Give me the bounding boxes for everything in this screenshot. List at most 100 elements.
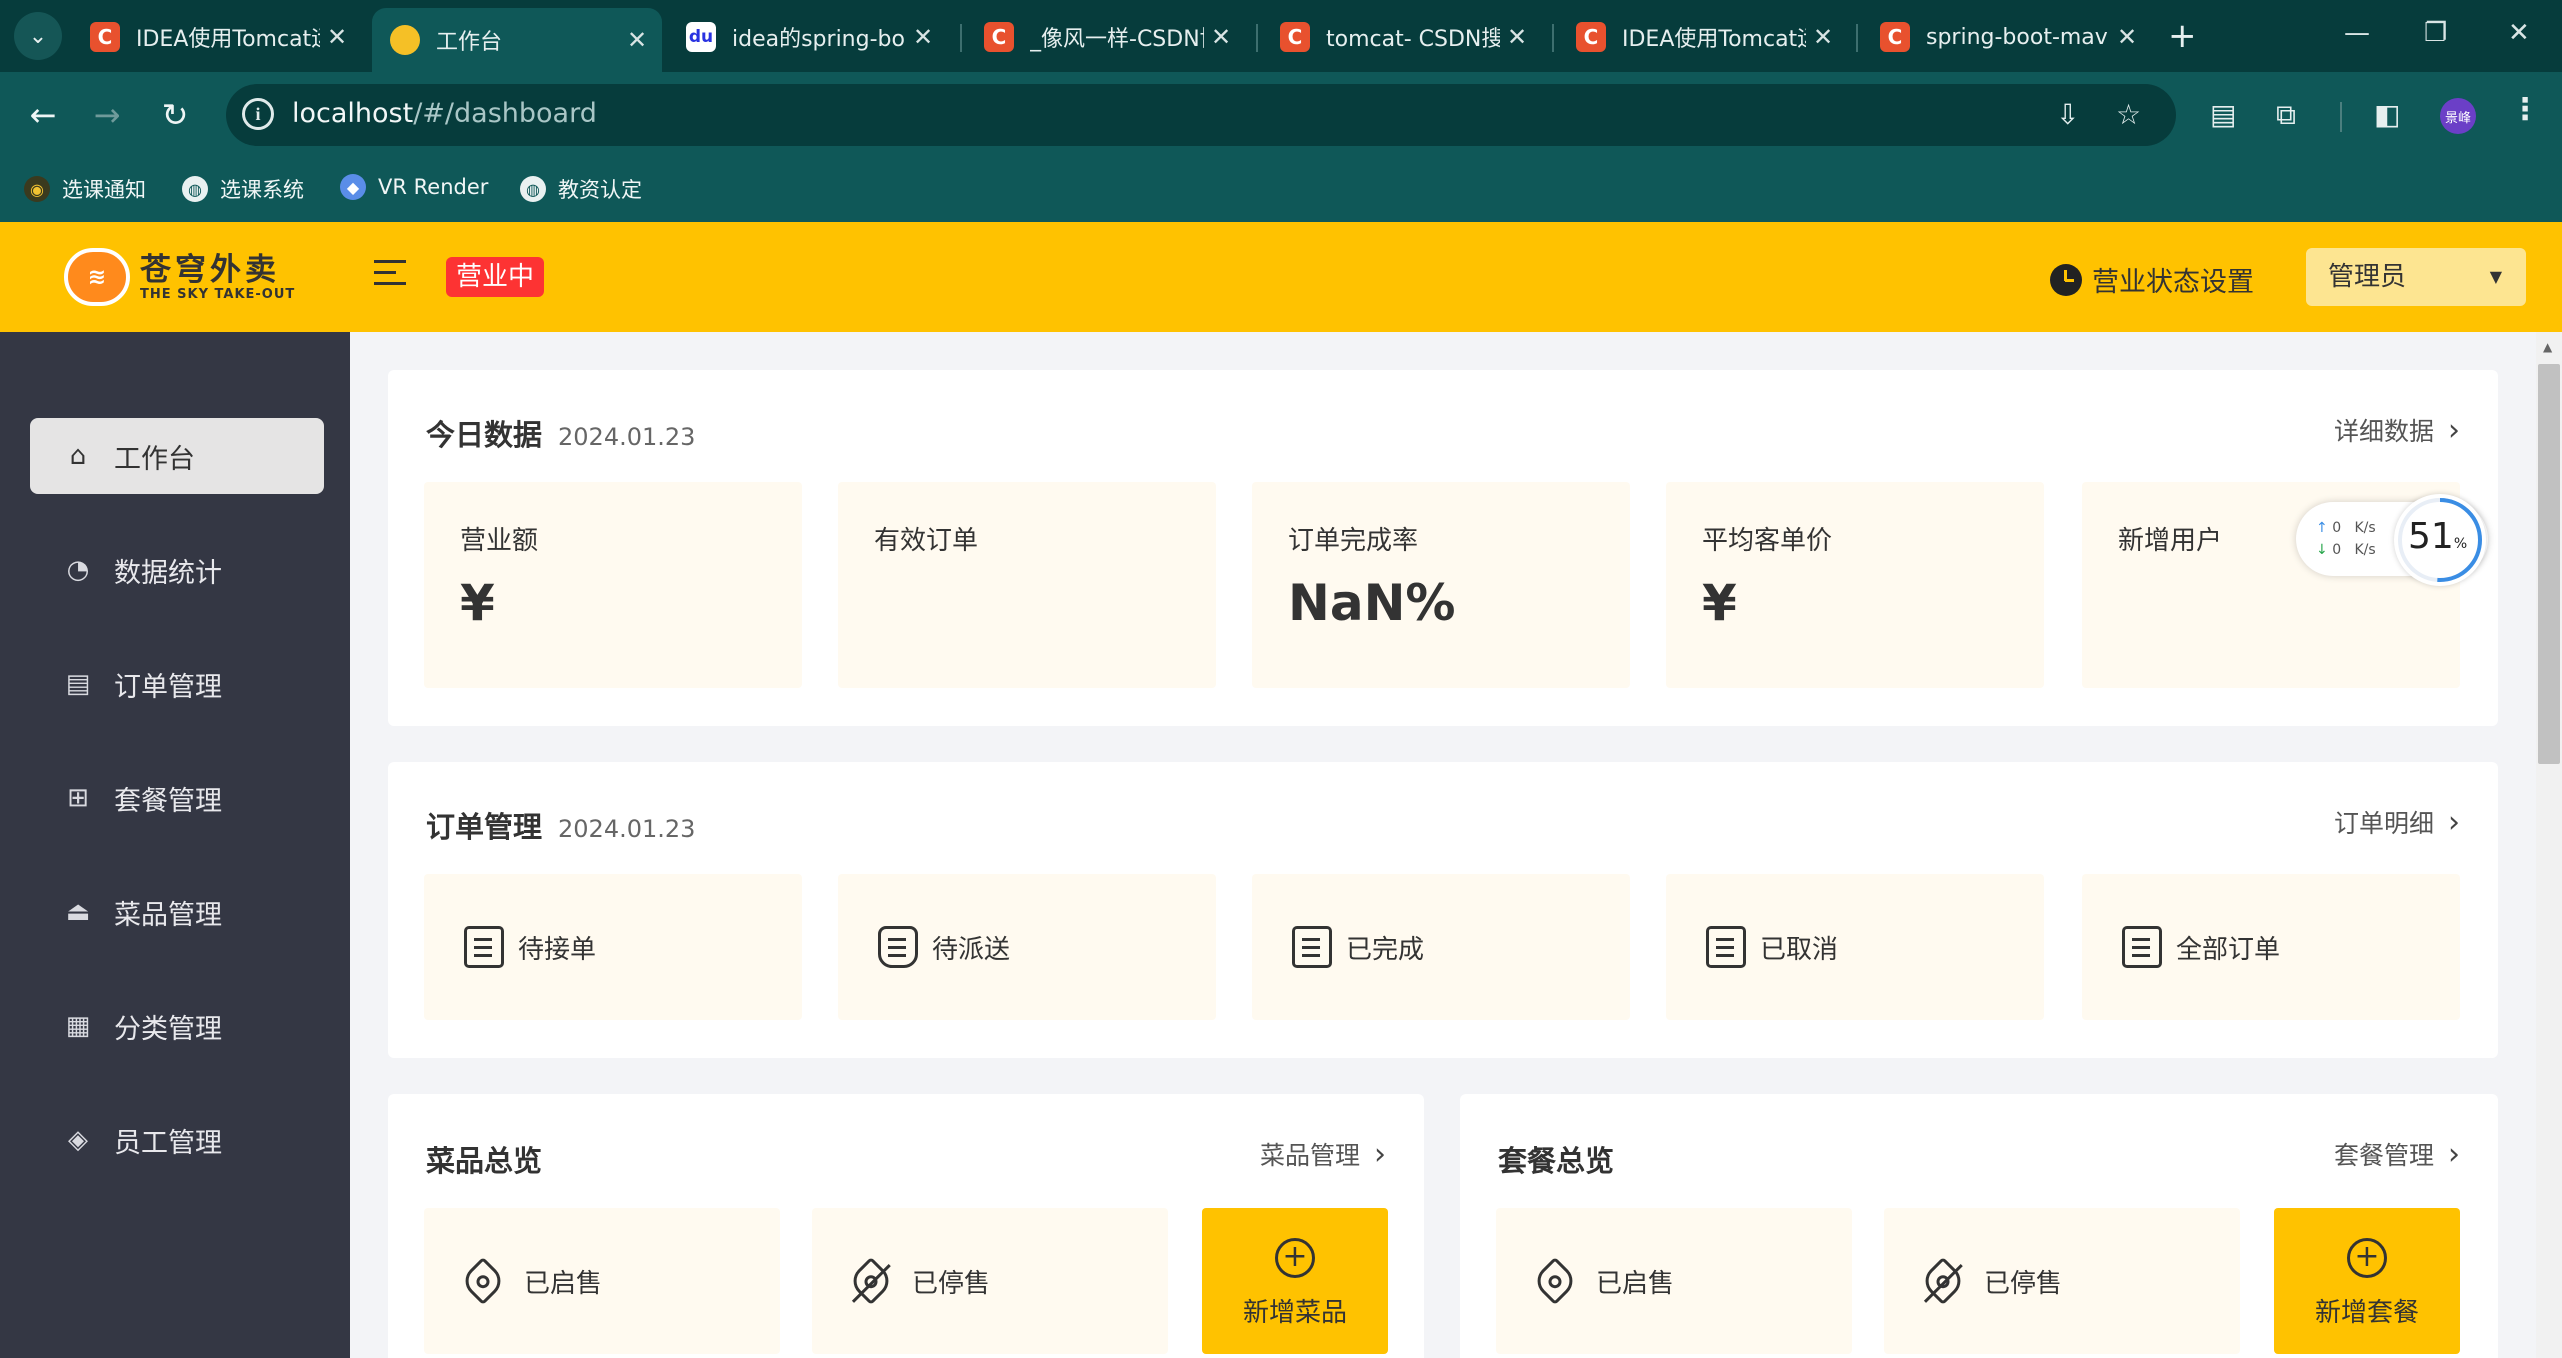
browser-tab[interactable]: C spring-boot-mav ✕	[1862, 10, 2152, 64]
today-title: 今日数据	[426, 418, 543, 452]
close-icon[interactable]: ✕	[320, 20, 354, 54]
dish-management-link[interactable]: 菜品管理 ›	[1260, 1136, 1386, 1172]
home-icon: ⌂	[69, 441, 87, 471]
forward-arrow-icon[interactable]: →	[82, 90, 132, 140]
admin-dropdown[interactable]: 管理员 ▼	[2306, 248, 2526, 306]
stat-value: ¥	[460, 574, 495, 632]
order-detail-link[interactable]: 订单明细 ›	[2334, 804, 2460, 840]
business-status-setting-button[interactable]: 营业状态设置	[2050, 260, 2254, 299]
browser-tab[interactable]: C _像风一样-CSDN博 ✕	[966, 10, 1246, 64]
setmeal-overview-card: 套餐总览 套餐管理 › 已启售 已停售 + 新增套餐	[1460, 1094, 2498, 1358]
app-header: ≋ 苍穹外卖 THE SKY TAKE-OUT 营业中 营业状态设置 管理员 ▼	[0, 222, 2562, 332]
dish-on-sale-tile[interactable]: 已启售	[424, 1208, 780, 1354]
add-dish-label: 新增菜品	[1242, 1298, 1347, 1328]
restore-icon[interactable]: ❐	[2424, 18, 2447, 48]
menu-toggle-icon[interactable]	[374, 260, 406, 290]
browser-tab[interactable]: C IDEA使用Tomcat运 ✕	[72, 10, 362, 64]
page-scrollbar[interactable]: ▲	[2536, 332, 2562, 1358]
close-icon[interactable]: ✕	[906, 20, 940, 54]
scrollbar-thumb[interactable]	[2538, 364, 2560, 764]
order-tile-to-deliver[interactable]: 待派送	[838, 874, 1216, 1020]
close-icon[interactable]: ✕	[1204, 20, 1238, 54]
minimize-icon[interactable]: —	[2344, 18, 2370, 48]
setmeal-off-sale-tile[interactable]: 已停售	[1884, 1208, 2240, 1354]
dish-off-sale-tile[interactable]: 已停售	[812, 1208, 1168, 1354]
order-tile-completed[interactable]: 已完成	[1252, 874, 1630, 1020]
stat-label: 营业额	[460, 526, 539, 556]
window-close-icon[interactable]: ✕	[2508, 18, 2530, 48]
dish-off-sale-label: 已停售	[912, 1268, 991, 1299]
scroll-up-arrow-icon[interactable]: ▲	[2543, 340, 2552, 354]
extensions-icon[interactable]: ⧉	[2276, 98, 2296, 132]
sidebar-item-label: 分类管理	[114, 1013, 222, 1045]
usage-percent: 51%	[2408, 516, 2467, 557]
download-unit: K/s	[2354, 542, 2376, 558]
add-dish-button[interactable]: + 新增菜品	[1202, 1208, 1388, 1354]
close-icon[interactable]: ✕	[620, 23, 654, 57]
browser-tab[interactable]: du idea的spring-boo ✕	[668, 10, 948, 64]
bookmark-item[interactable]: ◍ 选课系统	[182, 174, 304, 204]
close-icon[interactable]: ✕	[1806, 20, 1840, 54]
dish-on-sale-label: 已启售	[524, 1268, 603, 1299]
order-detail-label: 订单明细	[2333, 809, 2434, 838]
bookmark-item[interactable]: ◆ VR Render	[340, 174, 488, 200]
order-tile-label: 待派送	[932, 934, 1011, 965]
sidebar-item-statistics[interactable]: ◔ 数据统计	[30, 532, 324, 608]
order-tile-label: 全部订单	[2176, 934, 2281, 965]
sidebar-item-orders[interactable]: ▤ 订单管理	[30, 646, 324, 722]
pending-order-icon	[464, 926, 504, 968]
setmeal-on-sale-label: 已启售	[1596, 1268, 1675, 1299]
sidebar-item-setmeals[interactable]: ⊞ 套餐管理	[30, 760, 324, 836]
close-icon[interactable]: ✕	[1500, 20, 1534, 54]
usage-percent-sign: %	[2453, 536, 2468, 552]
reload-icon[interactable]: ↻	[150, 90, 200, 140]
sidebar-item-label: 数据统计	[114, 557, 222, 589]
business-status-setting-label: 营业状态设置	[2092, 267, 2254, 298]
close-icon[interactable]: ✕	[2110, 20, 2144, 54]
toolbar-separator	[2340, 102, 2342, 132]
address-bar[interactable]: i localhost/#/dashboard ⇩ ☆	[226, 84, 2176, 146]
cancelled-order-icon	[1706, 926, 1746, 968]
stat-tile-completion-rate: 订单完成率 NaN%	[1252, 482, 1630, 688]
more-menu-icon[interactable]: ⋮	[2510, 92, 2540, 127]
stat-label: 新增用户	[2118, 526, 2223, 556]
sidebar: ⌂ 工作台 ◔ 数据统计 ▤ 订单管理 ⊞ 套餐管理 ⏏ 菜品管理 ▦ 分类管理…	[0, 332, 350, 1358]
url-text[interactable]: localhost/#/dashboard	[292, 98, 597, 129]
bookmark-item[interactable]: ◉ 选课通知	[24, 174, 146, 204]
sidebar-item-employees[interactable]: ◈ 员工管理	[30, 1102, 324, 1178]
bookmark-item[interactable]: ◍ 教资认定	[520, 174, 642, 204]
tab-search-button[interactable]: ⌄	[14, 12, 62, 60]
order-tile-all[interactable]: 全部订单	[2082, 874, 2460, 1020]
reading-list-icon[interactable]: ▤	[2210, 98, 2236, 131]
setmeal-management-link[interactable]: 套餐管理 ›	[2334, 1136, 2460, 1172]
sidebar-item-dashboard[interactable]: ⌂ 工作台	[30, 418, 324, 494]
browser-tab[interactable]: C IDEA使用Tomcat运 ✕	[1558, 10, 1848, 64]
dish-overview-title: 菜品总览	[426, 1144, 543, 1178]
logo-title: 苍穹外卖	[140, 251, 280, 288]
order-tile-cancelled[interactable]: 已取消	[1666, 874, 2044, 1020]
setmeal-on-sale-tile[interactable]: 已启售	[1496, 1208, 1852, 1354]
stat-tile-avg-price: 平均客单价 ¥	[1666, 482, 2044, 688]
sidebar-item-dishes[interactable]: ⏏ 菜品管理	[30, 874, 324, 950]
detail-data-link[interactable]: 详细数据 ›	[2334, 412, 2460, 448]
browser-tab[interactable]: C tomcat- CSDN搜 ✕	[1262, 10, 1542, 64]
profile-avatar[interactable]: 景峰	[2440, 98, 2476, 134]
install-app-icon[interactable]: ⇩	[2056, 98, 2079, 131]
back-arrow-icon[interactable]: ←	[18, 90, 68, 140]
bookmark-star-icon[interactable]: ☆	[2116, 98, 2141, 131]
site-info-icon[interactable]: i	[242, 98, 274, 130]
sidebar-item-categories[interactable]: ▦ 分类管理	[30, 988, 324, 1064]
chevron-right-icon: ›	[2448, 412, 2460, 448]
app-logo[interactable]: ≋ 苍穹外卖 THE SKY TAKE-OUT	[64, 248, 295, 306]
memory-usage-ring[interactable]: 51%	[2394, 494, 2486, 586]
side-panel-icon[interactable]: ◧	[2374, 98, 2400, 131]
price-tag-off-icon	[846, 1256, 896, 1306]
new-tab-plus-icon[interactable]: +	[2168, 18, 2197, 54]
stat-label: 有效订单	[874, 526, 979, 556]
tab-title: tomcat- CSDN搜	[1326, 27, 1500, 52]
browser-tab-active[interactable]: 工作台 ✕	[372, 8, 662, 72]
add-setmeal-button[interactable]: + 新增套餐	[2274, 1208, 2460, 1354]
order-tile-pending[interactable]: 待接单	[424, 874, 802, 1020]
bookmark-label: 选课通知	[62, 178, 146, 202]
stat-label: 平均客单价	[1702, 526, 1833, 556]
